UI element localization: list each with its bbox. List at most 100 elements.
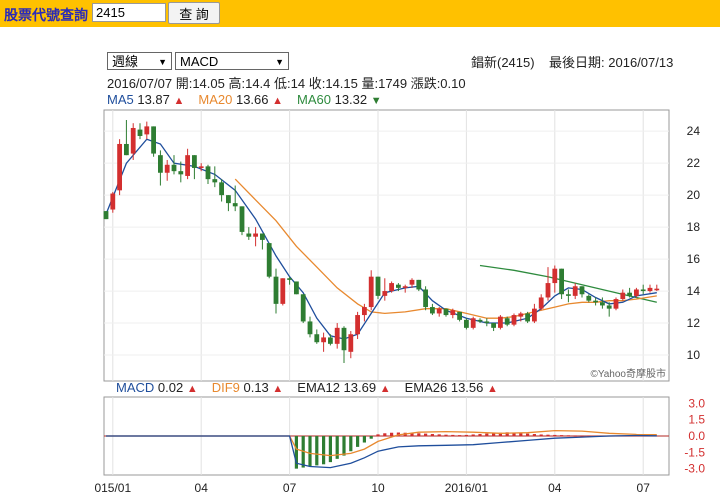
candle-down [103,211,109,220]
x-tick-label: 04 [195,481,209,495]
candle-down [151,126,156,154]
candle-down [627,292,632,296]
x-tick-label: 04 [548,481,562,495]
x-tick-label: 015/01 [94,481,131,495]
candle-down [294,281,299,295]
macd-histogram-bar [437,434,441,436]
x-tick-label: 07 [283,481,297,495]
price-tick-label: 22 [687,156,701,170]
candle-down [504,318,510,325]
price-tick-label: 12 [687,316,701,330]
macd-histogram-bar [546,434,550,436]
candle-down [205,166,211,180]
candle-down [158,155,163,173]
candle-down [457,311,462,320]
x-tick-label: 10 [371,481,385,495]
macd-histogram-bar [308,436,312,467]
candle-up [110,193,116,210]
candle-up [389,283,394,292]
macd-histogram-bar [349,436,353,452]
macd-histogram-bar [478,434,482,436]
macd-histogram-bar [553,434,557,436]
macd-histogram-bar [464,434,468,436]
macd-histogram-bar [315,436,319,466]
macd-histogram-bar [526,433,530,436]
price-panel-frame [103,109,670,382]
macd-tick-label: -1.5 [684,445,705,459]
x-tick-label: 2016/01 [445,481,489,495]
macd-histogram-bar [362,436,366,443]
candle-down [484,321,490,324]
macd-histogram-bar [430,434,434,436]
candle-down [178,171,184,175]
candle-up [450,310,456,316]
candle-up [436,308,442,314]
macd-histogram-bar [390,432,394,436]
candle-down [586,295,592,301]
macd-histogram-bar [451,434,455,436]
candle-up [130,127,136,154]
candle-down [606,305,612,309]
candle-up [620,292,626,300]
candle-up [511,315,517,325]
candle-down [443,308,449,316]
candle-up [532,308,537,322]
candle-up [348,334,354,352]
candle-down [246,233,252,237]
candle-down [171,164,177,172]
candle-down [525,313,530,322]
price-tick-label: 16 [687,252,701,266]
candle-up [470,318,476,328]
candle-down [416,279,422,290]
candle-down [219,182,224,196]
candle-down [300,294,306,322]
candle-up [572,286,578,296]
candle-up [355,315,360,335]
watermark: ©Yahoo奇摩股市 [590,367,666,380]
candle-up [280,278,286,304]
candle-down [640,289,646,292]
candle-up [198,166,204,168]
candle-up [382,291,388,296]
price-tick-label: 24 [687,124,701,138]
candle-down [464,319,469,328]
macd-histogram-bar [566,435,570,437]
macd-histogram-bar [458,435,462,437]
macd-tick-label: 1.5 [688,413,705,427]
candle-up [253,233,258,237]
macd-tick-label: 0.0 [688,429,705,443]
x-tick-label: 07 [637,481,651,495]
candle-down [566,294,571,296]
candle-up [321,337,326,343]
candle-up [654,288,660,291]
candle-down [477,319,483,322]
candle-down [212,179,218,183]
macd-histogram-bar [485,433,489,436]
macd-histogram-bar [369,436,373,439]
candle-up [518,313,524,317]
macd-histogram-bar [322,436,326,465]
candle-down [341,327,347,351]
price-tick-label: 18 [687,220,701,234]
macd-histogram-bar [356,436,360,447]
macd-histogram-bar [417,433,421,436]
macd-histogram-bar [342,436,346,456]
candle-down [192,155,197,168]
candle-up [368,276,374,308]
macd-tick-label: -3.0 [684,462,705,476]
candle-down [273,276,279,304]
macd-histogram-bar [471,434,475,436]
macd-tick-label: 3.0 [688,396,705,410]
candle-down [137,129,143,136]
candle-down [328,337,333,344]
candle-down [396,284,401,288]
macd-histogram-bar [424,433,428,436]
macd-histogram-bar [328,436,332,463]
candle-up [164,164,170,173]
candle-up [409,279,415,285]
candle-down [430,307,435,314]
candle-up [402,286,408,288]
candle-down [423,289,428,308]
candle-up [647,287,653,292]
candle-down [593,300,598,303]
